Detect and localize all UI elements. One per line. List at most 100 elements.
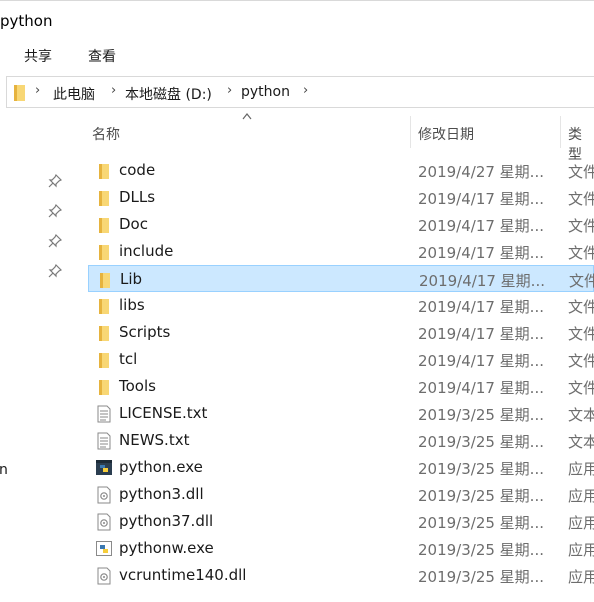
file-row[interactable]: python37.dll 2019/3/25 星期... 应用 [88,508,594,535]
file-modified-date: 2019/3/25 星期... [418,487,544,505]
file-name: Tools [119,377,156,395]
folder-icon [96,189,112,207]
file-row[interactable]: tcl 2019/4/17 星期... 文件 [88,346,594,373]
folder-icon [14,85,25,101]
chevron-right-icon[interactable]: › [303,83,308,98]
pin-icon[interactable] [48,264,62,278]
folder-icon [97,271,113,289]
file-modified-date: 2019/4/17 星期... [418,325,544,343]
file-type: 文件 [568,379,594,397]
column-divider[interactable] [410,116,411,148]
folder-icon [96,378,112,396]
file-type: 文件 [569,272,594,290]
pin-icon[interactable] [48,204,62,218]
file-name: LICENSE.txt [119,404,208,422]
window-title: python [0,12,53,30]
breadcrumb-python[interactable]: python [241,84,290,100]
sort-ascending-icon [242,113,252,120]
file-name: NEWS.txt [119,431,190,449]
file-row[interactable]: code 2019/4/27 星期... 文件 [88,157,594,184]
file-type: 文件 [568,298,594,316]
file-row[interactable]: LICENSE.txt 2019/3/25 星期... 文本 [88,400,594,427]
breadcrumb-this-pc[interactable]: 此电脑 [53,84,95,104]
ribbon-tab-view[interactable]: 查看 [88,46,116,66]
file-type: 文件 [568,190,594,208]
title-bar: python [0,0,594,40]
file-type: 文件 [568,325,594,343]
file-row[interactable]: pythonw.exe 2019/3/25 星期... 应用 [88,535,594,562]
file-row[interactable]: Doc 2019/4/17 星期... 文件 [88,211,594,238]
file-name: python37.dll [119,512,214,530]
file-modified-date: 2019/3/25 星期... [418,514,544,532]
column-divider[interactable] [560,116,561,148]
navigation-pane: n [0,110,70,602]
chevron-right-icon[interactable]: › [227,83,232,98]
column-header-type[interactable]: 类型 [568,124,594,163]
file-name: DLLs [119,188,156,206]
file-modified-date: 2019/4/17 星期... [418,298,544,316]
address-bar[interactable]: › 此电脑 › 本地磁盘 (D:) › python › [6,76,594,108]
file-type: 文件 [568,163,594,181]
folder-icon [96,243,112,261]
file-type: 应用 [568,460,594,478]
file-type: 应用 [568,541,594,559]
python-exe-icon [96,459,112,477]
nav-item-fragment[interactable]: n [0,462,8,478]
file-type: 应用 [568,487,594,505]
file-modified-date: 2019/3/25 星期... [418,568,544,586]
file-modified-date: 2019/4/27 星期... [418,163,544,181]
file-name: tcl [119,350,138,368]
file-name: code [119,161,156,179]
breadcrumb-local-disk[interactable]: 本地磁盘 (D:) [125,84,212,104]
file-row[interactable]: libs 2019/4/17 星期... 文件 [88,292,594,319]
file-modified-date: 2019/3/25 星期... [418,406,544,424]
file-type: 文件 [568,217,594,235]
file-name: python.exe [119,458,203,476]
file-type: 文件 [568,352,594,370]
file-row[interactable]: Tools 2019/4/17 星期... 文件 [88,373,594,400]
pin-icon[interactable] [48,174,62,188]
file-name: python3.dll [119,485,204,503]
file-name: Doc [119,215,148,233]
file-row[interactable]: Scripts 2019/4/17 星期... 文件 [88,319,594,346]
dll-file-icon [96,486,112,504]
folder-icon [96,297,112,315]
file-row[interactable]: python.exe 2019/3/25 星期... 应用 [88,454,594,481]
chevron-right-icon[interactable]: › [111,83,116,98]
file-type: 文件 [568,244,594,262]
file-modified-date: 2019/4/17 星期... [418,217,544,235]
file-modified-date: 2019/3/25 星期... [418,541,544,559]
dll-file-icon [96,567,112,585]
pin-icon[interactable] [48,234,62,248]
dll-file-icon [96,513,112,531]
file-row[interactable]: DLLs 2019/4/17 星期... 文件 [88,184,594,211]
file-modified-date: 2019/4/17 星期... [418,244,544,262]
ribbon-tab-share[interactable]: 共享 [24,46,52,66]
file-row[interactable]: Lib 2019/4/17 星期... 文件 [88,265,594,292]
text-file-icon [96,405,112,423]
file-name: pythonw.exe [119,539,214,557]
file-row[interactable]: include 2019/4/17 星期... 文件 [88,238,594,265]
text-file-icon [96,432,112,450]
pythonw-exe-icon [96,540,112,558]
file-name: vcruntime140.dll [119,566,247,584]
file-modified-date: 2019/4/17 星期... [418,352,544,370]
file-type: 应用 [568,568,594,586]
file-type: 文本 [568,406,594,424]
chevron-right-icon[interactable]: › [35,83,40,98]
file-name: Lib [120,270,143,288]
file-type: 文本 [568,433,594,451]
file-modified-date: 2019/4/17 星期... [418,190,544,208]
column-header-date[interactable]: 修改日期 [418,124,474,156]
file-row[interactable]: NEWS.txt 2019/3/25 星期... 文本 [88,427,594,454]
file-row[interactable]: python3.dll 2019/3/25 星期... 应用 [88,481,594,508]
file-modified-date: 2019/4/17 星期... [418,379,544,397]
folder-icon [96,162,112,180]
file-name: Scripts [119,323,171,341]
column-header-name[interactable]: 名称 [92,124,120,156]
file-type: 应用 [568,514,594,532]
file-modified-date: 2019/3/25 星期... [418,433,544,451]
file-modified-date: 2019/4/17 星期... [419,272,545,290]
file-row[interactable]: vcruntime140.dll 2019/3/25 星期... 应用 [88,562,594,589]
folder-icon [96,351,112,369]
